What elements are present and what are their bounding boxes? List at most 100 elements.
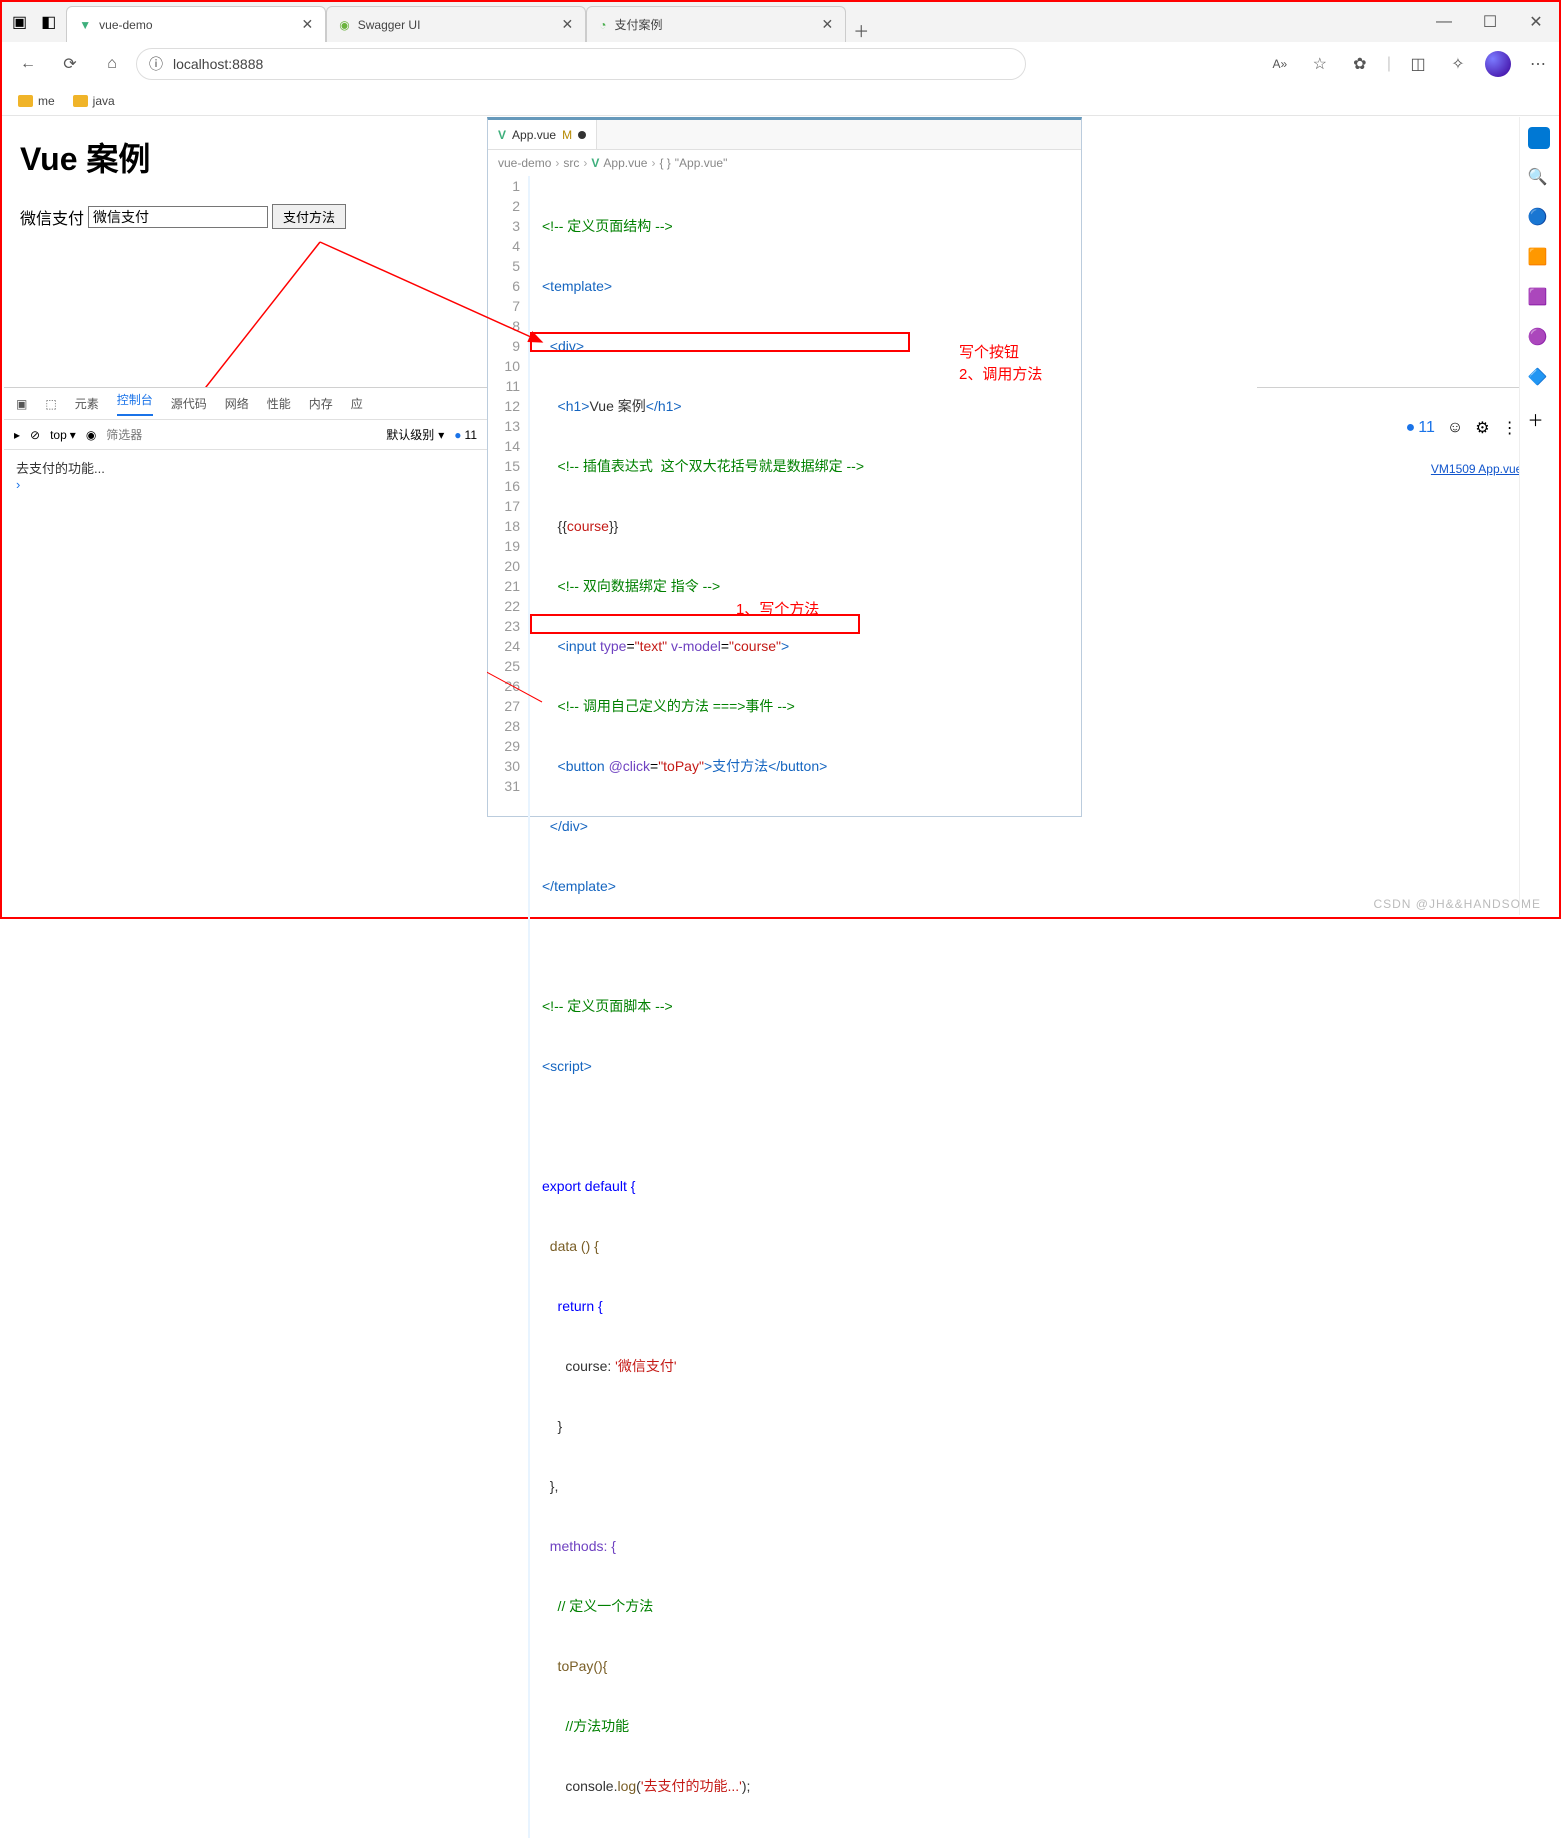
office-icon[interactable]: 🟣 xyxy=(1528,327,1550,349)
browser-tab-pay[interactable]: ◔ 支付案例 ✕ xyxy=(586,6,846,42)
console-toolbar: ▸ ⊘ top ▾ ◉ 默认级别 ▾ ●11 xyxy=(4,420,487,450)
level-select[interactable]: 默认级别 ▾ xyxy=(386,426,444,443)
address-bar: ← ⟳ ⌂ ⓘ localhost:8888 A» ☆ ✿ | ◫ ✧ ⋯ xyxy=(2,42,1559,86)
dt-tab-network[interactable]: 网络 xyxy=(225,395,249,412)
edge-sidebar: 🔍 🔵 🟧 🟪 🟣 🔷 ＋ xyxy=(1519,117,1557,915)
close-icon[interactable]: ✕ xyxy=(822,16,834,33)
eye-icon[interactable]: ◉ xyxy=(86,428,96,442)
devtools-right: ● 11 ☺ ⚙ ⋮ ✕ ⚙ xyxy=(1257,387,1557,467)
home-button[interactable]: ⌂ xyxy=(94,46,130,82)
devtools-panel: ▣ ⬚ 元素 控制台 源代码 网络 性能 内存 应 ▸ ⊘ top ▾ ◉ 默认… xyxy=(4,387,487,915)
editor-tab-appvue[interactable]: V App.vue M xyxy=(488,120,597,149)
dt-tab-console[interactable]: 控制台 xyxy=(117,391,153,416)
issue-count[interactable]: ● 11 xyxy=(1406,419,1435,437)
more-icon[interactable]: ⋮ xyxy=(1502,418,1518,438)
plus-icon[interactable]: ＋ xyxy=(1528,407,1550,429)
swagger-icon: ◉ xyxy=(339,18,349,32)
code-body[interactable]: <!-- 定义页面结构 --> <template> <div> <h1>Vue… xyxy=(530,176,864,1838)
issues-icon[interactable]: ☺ xyxy=(1447,419,1463,437)
device-icon[interactable]: ⬚ xyxy=(45,397,56,411)
browser-tab-vue-demo[interactable]: ▼ vue-demo ✕ xyxy=(66,6,326,42)
shopping-icon[interactable]: 🔵 xyxy=(1528,207,1550,229)
editor-breadcrumbs[interactable]: vue-demo› src› V App.vue› { } "App.vue" xyxy=(488,150,1081,176)
new-tab-button[interactable]: ＋ xyxy=(846,18,876,42)
tab-strip: ▼ vue-demo ✕ ◉ Swagger UI ✕ ◔ 支付案例 ✕ ＋ xyxy=(66,6,876,42)
search-icon[interactable]: 🔍 xyxy=(1528,167,1550,189)
outlook-icon[interactable]: 🔷 xyxy=(1528,367,1550,389)
dt-tab-performance[interactable]: 性能 xyxy=(267,395,291,412)
annotation-button: 写个按钮 2、调用方法 xyxy=(959,342,1042,386)
clear-icon[interactable]: ⊘ xyxy=(30,428,40,442)
dt-tab-app[interactable]: 应 xyxy=(351,395,363,412)
inspect-icon[interactable]: ▣ xyxy=(16,397,27,411)
close-window-button[interactable]: ✕ xyxy=(1513,2,1559,42)
crumb[interactable]: App.vue xyxy=(603,156,647,170)
close-icon[interactable]: ✕ xyxy=(562,16,574,33)
tools-icon[interactable]: 🟧 xyxy=(1528,247,1550,269)
extensions-icon[interactable]: ✿ xyxy=(1347,51,1373,77)
divider: | xyxy=(1387,55,1391,73)
vue-icon: ▼ xyxy=(79,18,91,32)
context-select[interactable]: top ▾ xyxy=(50,428,76,442)
url-input[interactable]: ⓘ localhost:8888 xyxy=(136,48,1026,80)
bookmark-java[interactable]: java xyxy=(73,94,115,108)
filter-input[interactable] xyxy=(106,428,261,442)
url-text: localhost:8888 xyxy=(173,56,263,72)
line-gutter: 1234567891011121314151617181920212223242… xyxy=(488,176,530,1838)
crumb[interactable]: vue-demo xyxy=(498,156,551,170)
folder-icon xyxy=(73,95,88,107)
info-icon[interactable]: ⓘ xyxy=(149,54,163,74)
editor-tab-label: App.vue xyxy=(512,128,556,142)
browser-tab-swagger[interactable]: ◉ Swagger UI ✕ xyxy=(326,6,586,42)
folder-icon xyxy=(18,95,33,107)
workspace-icon[interactable]: ▣ xyxy=(12,12,27,32)
vue-icon: V xyxy=(591,156,599,170)
bound-text: 微信支付 xyxy=(20,205,84,229)
devtools-tabs: ▣ ⬚ 元素 控制台 源代码 网络 性能 内存 应 xyxy=(4,388,487,420)
message-count[interactable]: ●11 xyxy=(454,428,477,442)
code-editor-panel: V App.vue M vue-demo› src› V App.vue› { … xyxy=(487,117,1082,817)
pay-button[interactable]: 支付方法 xyxy=(272,204,346,229)
tab-title: 支付案例 xyxy=(615,16,663,33)
tab-title: Swagger UI xyxy=(358,18,421,32)
sidebar-icon[interactable]: ▸ xyxy=(14,428,20,442)
more-icon[interactable]: ⋯ xyxy=(1525,51,1551,77)
braces-icon: { } xyxy=(659,156,670,170)
settings-icon[interactable]: ⚙ xyxy=(1475,418,1489,438)
editor-tabs: V App.vue M xyxy=(488,120,1081,150)
maximize-button[interactable]: ☐ xyxy=(1467,2,1513,42)
profile-avatar[interactable] xyxy=(1485,51,1511,77)
close-icon[interactable]: ✕ xyxy=(302,16,314,33)
bookmark-me[interactable]: me xyxy=(18,94,55,108)
favorite-icon[interactable]: ☆ xyxy=(1307,51,1333,77)
copilot-icon[interactable] xyxy=(1528,127,1550,149)
dt-tab-elements[interactable]: 元素 xyxy=(75,395,99,412)
minimize-button[interactable]: — xyxy=(1421,2,1467,42)
console-body[interactable]: 去支付的功能... › xyxy=(4,450,487,500)
vue-icon: V xyxy=(498,128,506,142)
read-aloud-icon[interactable]: A» xyxy=(1267,51,1293,77)
back-button[interactable]: ← xyxy=(10,46,46,82)
sidebar-toggle-icon[interactable]: ◧ xyxy=(41,12,56,32)
split-icon[interactable]: ◫ xyxy=(1405,51,1431,77)
annotation-method: 1、写个方法 xyxy=(736,598,819,619)
collections-icon[interactable]: ✧ xyxy=(1445,51,1471,77)
course-input[interactable] xyxy=(88,206,268,228)
code-area[interactable]: 1234567891011121314151617181920212223242… xyxy=(488,176,1081,1838)
games-icon[interactable]: 🟪 xyxy=(1528,287,1550,309)
bookmark-label: java xyxy=(93,94,115,108)
crumb[interactable]: "App.vue" xyxy=(675,156,728,170)
bookmark-label: me xyxy=(38,94,55,108)
browser-titlebar: ▣ ◧ ▼ vue-demo ✕ ◉ Swagger UI ✕ ◔ 支付案例 ✕… xyxy=(2,2,1559,42)
watermark: CSDN @JH&&HANDSOME xyxy=(1373,897,1541,911)
unsaved-dot-icon xyxy=(578,131,586,139)
bookmarks-bar: me java xyxy=(2,86,1559,116)
refresh-button[interactable]: ⟳ xyxy=(52,46,88,82)
modified-badge: M xyxy=(562,128,572,142)
tab-title: vue-demo xyxy=(99,18,152,32)
console-prompt[interactable]: › xyxy=(16,477,475,492)
dt-tab-sources[interactable]: 源代码 xyxy=(171,395,207,412)
pay-icon: ◔ xyxy=(599,18,606,32)
crumb[interactable]: src xyxy=(563,156,579,170)
dt-tab-memory[interactable]: 内存 xyxy=(309,395,333,412)
